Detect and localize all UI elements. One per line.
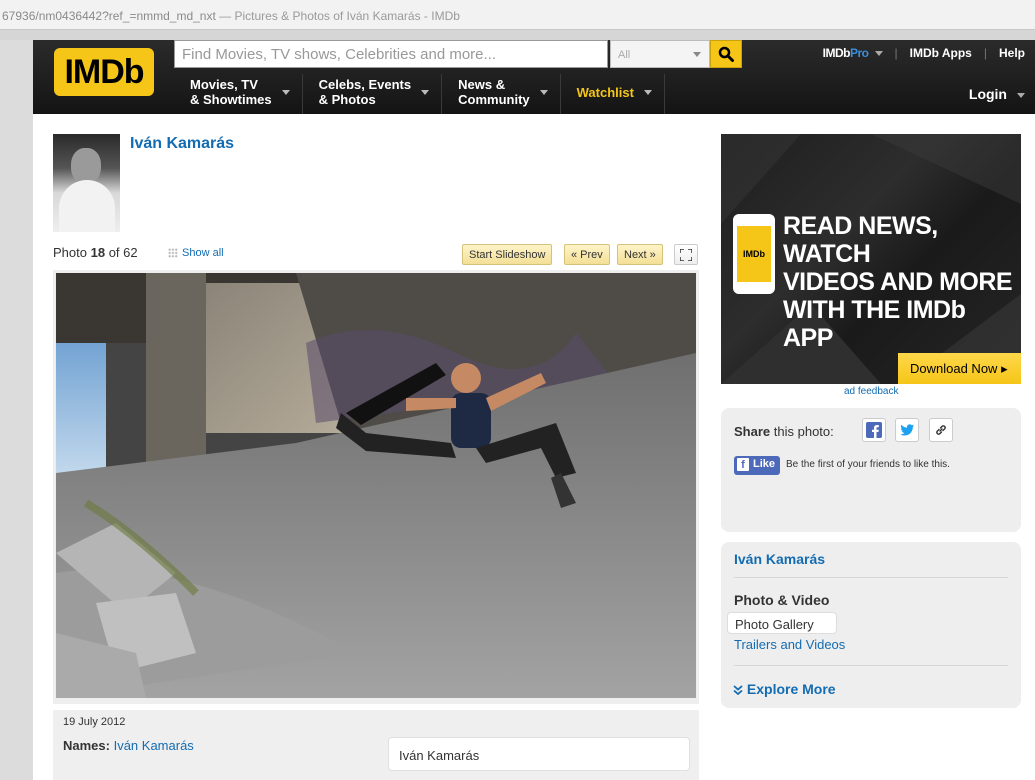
fullscreen-icon — [680, 248, 692, 261]
app-ad-banner[interactable]: IMDb READ NEWS, WATCH VIDEOS AND MORE WI… — [721, 134, 1021, 384]
twitter-icon — [900, 424, 914, 436]
browser-url-bar[interactable]: 67936/nm0436442?ref_=nmmd_md_nxt — Pictu… — [0, 0, 1035, 30]
chevron-down-icon — [281, 90, 290, 95]
chevron-down-icon — [643, 90, 652, 95]
grid-icon — [168, 248, 178, 258]
url-text: 67936/nm0436442?ref_=nmmd_md_nxt — Pictu… — [2, 9, 460, 23]
nav-watchlist[interactable]: Watchlist — [561, 74, 665, 114]
search-category-select[interactable]: All — [610, 40, 710, 68]
phone-screen-logo: IMDb — [737, 226, 771, 282]
facebook-like-button[interactable]: f Like — [734, 456, 781, 475]
link-icon — [936, 425, 946, 435]
start-slideshow-button[interactable]: Start Slideshow — [462, 244, 553, 265]
ad-headline: READ NEWS, WATCH VIDEOS AND MORE WITH TH… — [783, 212, 1013, 352]
separator: | — [983, 46, 987, 60]
double-chevron-down-icon — [733, 685, 743, 696]
divider — [734, 665, 1008, 666]
facebook-f-icon: f — [737, 458, 749, 471]
chevron-down-icon — [874, 51, 883, 57]
chevron-down-icon — [539, 90, 548, 95]
photo-counter: Photo 18 of 62 — [53, 245, 138, 260]
facebook-share-button[interactable] — [862, 418, 886, 442]
search-box[interactable] — [174, 40, 608, 68]
photo-illustration — [56, 273, 696, 698]
imdb-apps-link[interactable]: IMDb Apps — [910, 46, 972, 60]
trailers-videos-link[interactable]: Trailers and Videos — [734, 637, 845, 652]
login-link[interactable]: Login — [969, 86, 1025, 102]
download-now-button[interactable]: Download Now ▸ — [898, 353, 1021, 384]
name-tag-box[interactable]: Iván Kamarás — [388, 737, 690, 771]
nav-movies-tv[interactable]: Movies, TV & Showtimes — [174, 74, 303, 114]
search-button[interactable] — [710, 40, 742, 68]
help-link[interactable]: Help — [999, 46, 1025, 60]
share-panel: Share this photo: f Like Be the first of … — [721, 408, 1021, 532]
show-all-link[interactable]: Show all — [168, 247, 224, 259]
play-arrow-icon: ▸ — [1001, 361, 1008, 376]
chevron-down-icon — [1017, 92, 1025, 98]
nav-celebs-events[interactable]: Celebs, Events & Photos — [303, 74, 443, 114]
phone-icon: IMDb — [733, 214, 775, 294]
share-label: Share this photo: — [734, 424, 834, 439]
separator: | — [894, 46, 898, 60]
like-caption: Be the first of your friends to like thi… — [786, 459, 950, 470]
photo-metadata: 19 July 2012 Names: Iván Kamarás Iván Ka… — [53, 710, 699, 780]
window-edge — [0, 30, 1035, 40]
photo-video-heading: Photo & Video — [734, 592, 830, 608]
header-utility-links: IMDbPro | IMDb Apps | Help — [823, 46, 1025, 60]
search-input[interactable] — [175, 41, 607, 67]
site-header: IMDb All IMDbPro | IMDb Apps | Help Movi… — [33, 40, 1035, 114]
chevron-down-icon — [693, 52, 701, 57]
main-nav: Movies, TV & Showtimes Celebs, Events & Ph… — [174, 74, 665, 114]
ad-feedback-link[interactable]: ad feedback — [844, 386, 899, 397]
search-icon — [718, 46, 734, 62]
twitter-share-button[interactable] — [895, 418, 919, 442]
photo-frame — [53, 270, 699, 704]
imdb-logo[interactable]: IMDb — [54, 48, 154, 96]
photo-date: 19 July 2012 — [63, 716, 126, 728]
main-photo[interactable] — [56, 273, 696, 698]
thumb-face — [71, 148, 101, 184]
copy-link-button[interactable] — [929, 418, 953, 442]
photo-gallery-link[interactable]: Photo Gallery — [727, 612, 837, 634]
profile-thumbnail[interactable] — [53, 134, 120, 232]
thumb-body — [59, 180, 115, 232]
divider — [734, 577, 1008, 578]
nav-news-community[interactable]: News & Community — [442, 74, 561, 114]
celebrity-name-link[interactable]: Iván Kamarás — [130, 135, 234, 153]
names-link[interactable]: Iván Kamarás — [114, 738, 194, 753]
fullscreen-button[interactable] — [674, 244, 698, 265]
next-photo-button[interactable]: Next » — [617, 244, 663, 265]
facebook-icon — [866, 422, 882, 438]
related-name-link[interactable]: Iván Kamarás — [734, 551, 825, 567]
imdbpro-link[interactable]: IMDbPro — [823, 46, 883, 60]
explore-more-link[interactable]: Explore More — [733, 681, 836, 697]
chevron-down-icon — [421, 90, 430, 95]
page-content: Iván Kamarás Photo 18 of 62 Show all Sta… — [33, 114, 1035, 780]
names-row: Names: Iván Kamarás — [63, 738, 194, 753]
related-links-panel: Iván Kamarás Photo & Video Photo Gallery… — [721, 542, 1021, 708]
prev-photo-button[interactable]: « Prev — [564, 244, 610, 265]
